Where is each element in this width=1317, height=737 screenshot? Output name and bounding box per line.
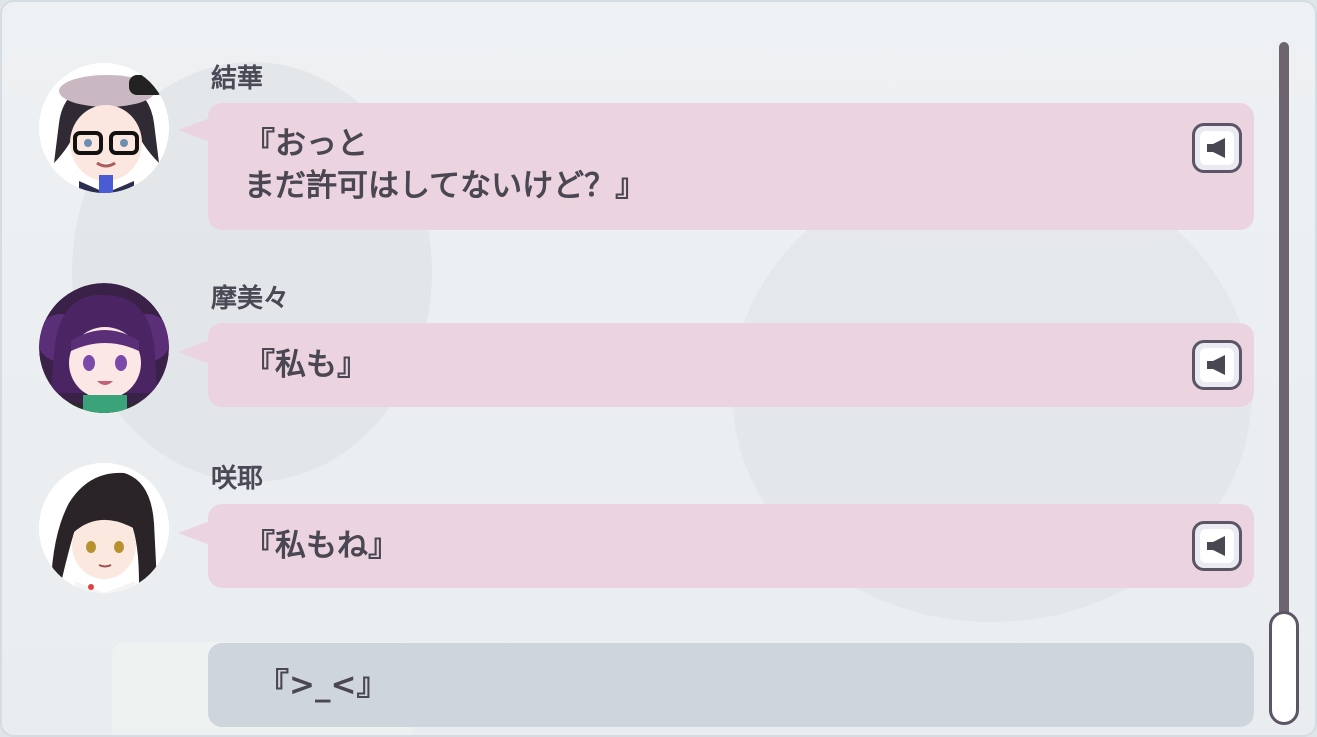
avatar bbox=[39, 63, 169, 193]
speaker-name: 摩美々 bbox=[211, 284, 290, 314]
bubble-tail bbox=[178, 118, 210, 142]
speaker-name: 咲耶 bbox=[211, 464, 264, 494]
dialogue-log-panel: 結華 『おっと まだ許可はしてないけど？』 摩美々 『私も』 咲耶 『私もね』 … bbox=[0, 0, 1317, 737]
voice-play-button[interactable] bbox=[1192, 340, 1242, 390]
dialogue-bubble: 『私も』 bbox=[208, 323, 1254, 407]
player-dialogue-bubble: 『>_<』 bbox=[208, 643, 1254, 727]
dialogue-bubble: 『おっと まだ許可はしてないけど？』 bbox=[208, 103, 1254, 230]
dialogue-line: 『おっと bbox=[244, 126, 368, 162]
avatar-portrait bbox=[39, 283, 169, 413]
speaker-icon bbox=[1207, 138, 1225, 158]
speaker-icon bbox=[1207, 355, 1225, 375]
scrollbar-thumb[interactable] bbox=[1269, 611, 1299, 725]
dialogue-line: 『>_<』 bbox=[258, 667, 388, 703]
dialogue-line: まだ許可はしてないけど？』 bbox=[244, 168, 647, 204]
avatar bbox=[39, 463, 169, 593]
scrollbar-track[interactable] bbox=[1279, 42, 1289, 702]
avatar-portrait bbox=[39, 63, 169, 193]
speaker-name: 結華 bbox=[211, 64, 264, 94]
avatar bbox=[39, 283, 169, 413]
bubble-tail bbox=[178, 521, 210, 545]
bubble-tail bbox=[178, 340, 210, 364]
voice-play-button[interactable] bbox=[1192, 521, 1242, 571]
avatar-portrait bbox=[39, 463, 169, 593]
voice-play-button[interactable] bbox=[1192, 123, 1242, 173]
speaker-icon bbox=[1207, 536, 1225, 556]
dialogue-line: 『私も』 bbox=[244, 347, 368, 383]
dialogue-bubble: 『私もね』 bbox=[208, 504, 1254, 588]
dialogue-line: 『私もね』 bbox=[244, 528, 399, 564]
